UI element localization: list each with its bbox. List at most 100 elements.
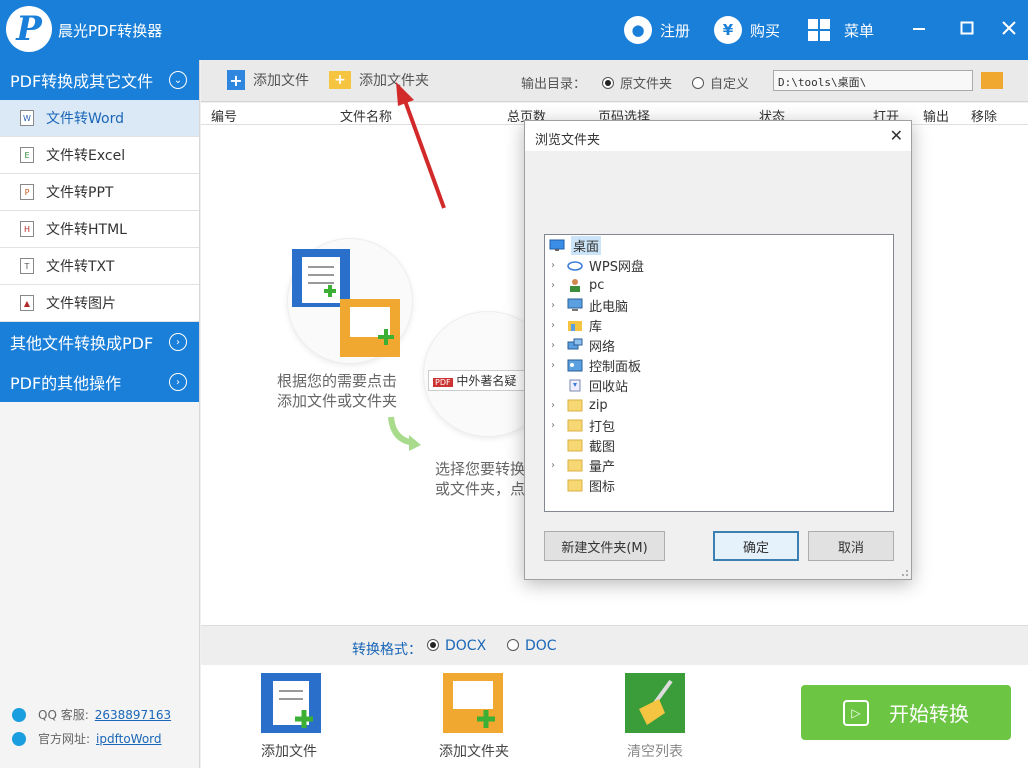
html-file-icon: H <box>20 221 34 237</box>
sidebar-item-excel[interactable]: E 文件转Excel <box>0 137 199 174</box>
buy-button[interactable]: ¥ 购买 <box>714 14 780 46</box>
new-folder-button[interactable]: 新建文件夹(M) <box>544 531 665 561</box>
sidebar-item-word[interactable]: W 文件转Word <box>0 100 199 137</box>
tree-item-folder[interactable]: › 量产 <box>545 455 893 475</box>
col-output: 输出 <box>923 110 950 125</box>
user-icon <box>567 278 583 292</box>
sidebar-item-label: 文件转Excel <box>46 148 126 164</box>
radio-off-icon <box>507 639 519 651</box>
expand-arrow-icon[interactable]: › <box>551 280 563 291</box>
add-file-big-icon[interactable] <box>261 673 321 733</box>
expand-arrow-icon[interactable]: › <box>551 400 563 411</box>
app-title: 晨光PDF转换器 <box>58 22 163 40</box>
tree-item-desktop[interactable]: 桌面 <box>545 235 893 255</box>
toolbar: + 添加文件 + 添加文件夹 输出目录： 原文件夹 自定义 D:\tools\桌… <box>201 60 1028 102</box>
browse-folder-dialog: 浏览文件夹 ✕ 桌面 › WPS网盘 › pc › 此电脑 › 库 › 网络 › 控制面板回收站 › zip… <box>524 120 912 580</box>
browse-folder-icon[interactable] <box>981 72 1003 89</box>
expand-arrow-icon[interactable]: › <box>551 260 563 271</box>
radio-custom[interactable]: 自定义 <box>692 73 749 92</box>
hint-1: 根据您的需要点击 添加文件或文件夹 <box>277 371 397 411</box>
broom-icon[interactable] <box>625 673 685 733</box>
add-files-illustration <box>292 249 400 357</box>
expand-arrow-icon[interactable]: › <box>551 300 563 311</box>
radio-source-folder[interactable]: 原文件夹 <box>602 73 672 92</box>
col-remove: 移除 <box>971 110 998 125</box>
expand-arrow-icon[interactable]: › <box>551 420 563 431</box>
radio-label: DOC <box>525 638 557 654</box>
sidebar-item-image[interactable]: ▲ 文件转图片 <box>0 285 199 322</box>
tree-item-folder[interactable]: › zip <box>545 395 893 415</box>
hint-2-line-1: 选择您要转换 <box>435 460 526 478</box>
sidebar-section-other-to-pdf[interactable]: 其他文件转换成PDF › <box>0 322 199 362</box>
tree-item-folder[interactable]: 图标 <box>545 475 893 495</box>
folder-tree[interactable]: 桌面 › WPS网盘 › pc › 此电脑 › 库 › 网络 › 控制面板回收站 › zip › 打包截图 › 量产… <box>544 234 894 512</box>
illustration-text: 中外著名疑 <box>456 374 517 388</box>
sidebar-item-html[interactable]: H 文件转HTML <box>0 211 199 248</box>
add-folder-big-icon[interactable] <box>443 673 503 733</box>
folder-icon <box>567 438 583 452</box>
illustration-circle-1 <box>287 238 413 364</box>
close-icon[interactable] <box>994 14 1024 42</box>
tree-item-recycle[interactable]: 回收站 <box>545 375 893 395</box>
tree-item-label: 截图 <box>589 439 616 455</box>
excel-file-icon: E <box>20 147 34 163</box>
col-number: 编号 <box>211 110 238 125</box>
expand-arrow-icon[interactable]: › <box>551 460 563 471</box>
title-bar: P 晨光PDF转换器 ● 注册 ¥ 购买 菜单 <box>0 0 1028 60</box>
tree-item-computer[interactable]: › 此电脑 <box>545 295 893 315</box>
tree-item-user[interactable]: › pc <box>545 275 893 295</box>
chevron-right-icon: › <box>169 333 187 351</box>
radio-docx[interactable]: DOCX <box>427 638 486 654</box>
radio-on-icon <box>602 77 614 89</box>
sidebar-item-label: 文件转图片 <box>46 296 116 312</box>
start-convert-button[interactable]: ▷ 开始转换 <box>801 685 1011 740</box>
expand-arrow-icon[interactable]: › <box>551 320 563 331</box>
add-file-big-label[interactable]: 添加文件 <box>261 741 317 761</box>
radio-doc[interactable]: DOC <box>507 638 557 654</box>
chevron-right-icon: › <box>169 373 187 391</box>
expand-arrow-icon[interactable]: › <box>551 360 563 371</box>
tree-item-cloud[interactable]: › WPS网盘 <box>545 255 893 275</box>
tree-item-network[interactable]: › 网络 <box>545 335 893 355</box>
clear-list-label[interactable]: 清空列表 <box>627 741 683 761</box>
sidebar: PDF转换成其它文件 ⌄ W 文件转Word E 文件转Excel P 文件转P… <box>0 60 200 768</box>
radio-label: 原文件夹 <box>620 77 673 92</box>
word-file-icon: W <box>20 110 34 126</box>
sidebar-item-ppt[interactable]: P 文件转PPT <box>0 174 199 211</box>
output-path-field[interactable]: D:\tools\桌面\ <box>773 70 973 91</box>
add-file-button[interactable]: + 添加文件 <box>227 70 309 90</box>
ppt-file-icon: P <box>20 184 34 200</box>
sidebar-item-txt[interactable]: T 文件转TXT <box>0 248 199 285</box>
register-button[interactable]: ● 注册 <box>624 14 690 46</box>
ok-button[interactable]: 确定 <box>713 531 799 561</box>
play-icon: ▷ <box>843 699 869 726</box>
hint-1-line-1: 根据您的需要点击 <box>277 372 398 390</box>
site-link[interactable]: ipdftoWord <box>96 732 161 746</box>
buy-label: 购买 <box>750 21 781 40</box>
tree-item-label: zip <box>589 397 608 413</box>
tree-item-folder[interactable]: 截图 <box>545 435 893 455</box>
minimize-icon[interactable] <box>904 14 934 42</box>
tree-item-label: 回收站 <box>589 379 629 395</box>
chevron-down-icon: ⌄ <box>169 71 187 89</box>
ie-icon <box>12 731 26 746</box>
section-label: PDF转换成其它文件 <box>10 72 154 91</box>
sidebar-section-pdf-to-other[interactable]: PDF转换成其它文件 ⌄ <box>0 60 199 100</box>
expand-arrow-icon[interactable]: › <box>551 340 563 351</box>
maximize-icon[interactable] <box>952 14 982 42</box>
tree-item-folder[interactable]: › 打包 <box>545 415 893 435</box>
tree-item-library[interactable]: › 库 <box>545 315 893 335</box>
radio-on-icon <box>427 639 439 651</box>
resize-grip-icon[interactable] <box>899 567 909 577</box>
add-folder-big-label[interactable]: 添加文件夹 <box>439 741 509 761</box>
sidebar-section-pdf-other-ops[interactable]: PDF的其他操作 › <box>0 362 199 402</box>
add-file-label: 添加文件 <box>253 73 309 89</box>
control-panel-icon <box>567 358 583 372</box>
tree-item-control-panel[interactable]: › 控制面板 <box>545 355 893 375</box>
dialog-title-bar: 浏览文件夹 ✕ <box>525 121 911 151</box>
start-convert-label: 开始转换 <box>889 702 969 726</box>
qq-link[interactable]: 2638897163 <box>95 708 171 722</box>
cancel-button[interactable]: 取消 <box>808 531 894 561</box>
menu-button[interactable]: 菜单 <box>808 14 874 46</box>
dialog-close-icon[interactable]: ✕ <box>890 126 903 145</box>
